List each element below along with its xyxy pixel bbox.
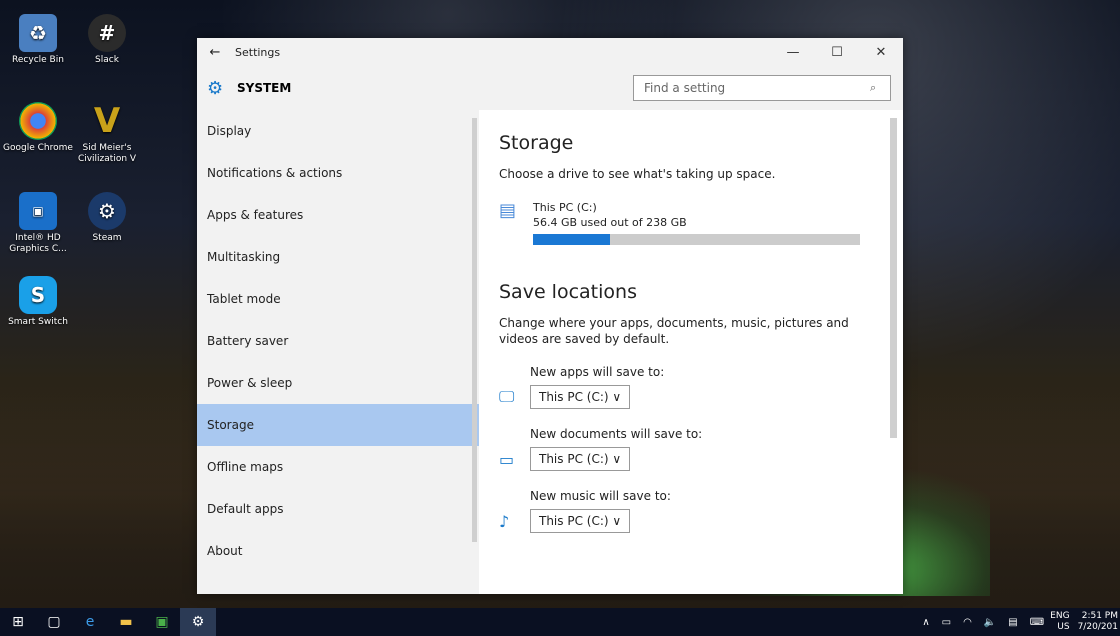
section-title: SYSTEM <box>237 81 292 95</box>
taskbar: ⊞ ▢ e ▬ ▣ ⚙ ∧ ▭ ◠ 🔈 ▤ ⌨ ENG US 2:51 PM 7… <box>0 608 1120 636</box>
sidebar-item-display[interactable]: Display <box>197 110 479 152</box>
close-button[interactable]: ✕ <box>859 45 903 60</box>
slack-icon: # <box>88 14 126 52</box>
sidebar-item-notifications[interactable]: Notifications & actions <box>197 152 479 194</box>
settings-header: ⚙ SYSTEM Find a setting ⌕ <box>197 66 903 110</box>
minimize-button[interactable]: — <box>771 45 815 60</box>
language-indicator[interactable]: ENG US <box>1050 611 1069 633</box>
folder-icon: ▭ <box>499 449 515 469</box>
desktop-icon-civilization[interactable]: V Sid Meier's Civilization V <box>72 102 142 165</box>
monitor-icon: 🖵 <box>499 387 515 406</box>
music-location-dropdown[interactable]: This PC (C:) ∨ <box>530 509 631 533</box>
steam-icon: ⚙ <box>88 192 126 230</box>
sidebar-item-default-apps[interactable]: Default apps <box>197 488 479 530</box>
sidebar-scrollbar[interactable] <box>472 118 477 542</box>
drive-usage-bar <box>533 234 860 245</box>
gear-icon: ⚙ <box>207 77 224 99</box>
file-explorer-icon[interactable]: ▬ <box>108 614 144 630</box>
storage-panel: Storage Choose a drive to see what's tak… <box>479 110 903 594</box>
back-arrow-icon[interactable]: ← <box>203 45 227 60</box>
start-windows-icon[interactable]: ⊞ <box>0 614 36 630</box>
action-center-icon[interactable]: ▤ <box>1008 617 1017 628</box>
sidebar-item-battery-saver[interactable]: Battery saver <box>197 320 479 362</box>
desktop-icon-recycle-bin[interactable]: ♻ Recycle Bin <box>3 14 73 66</box>
sidebar-item-tablet-mode[interactable]: Tablet mode <box>197 278 479 320</box>
clock[interactable]: 2:51 PM 7/20/201 <box>1078 611 1118 633</box>
save-location-documents: New documents will save to: ▭ This PC (C… <box>499 427 903 471</box>
desktop-icon-chrome[interactable]: Google Chrome <box>3 102 73 154</box>
desktop-icon-intel[interactable]: ▣ Intel® HD Graphics C... <box>3 192 73 255</box>
window-title: Settings <box>235 45 281 59</box>
civ-icon: V <box>93 100 121 141</box>
sidebar-item-about[interactable]: About <box>197 530 479 572</box>
task-view-icon[interactable]: ▢ <box>36 614 72 630</box>
sidebar-item-storage[interactable]: Storage <box>197 404 479 446</box>
drive-usage-fill <box>533 234 611 245</box>
volume-icon[interactable]: 🔈 <box>984 617 996 628</box>
sidebar-item-offline-maps[interactable]: Offline maps <box>197 446 479 488</box>
title-bar: ← Settings — ☐ ✕ <box>197 38 903 66</box>
sidebar-item-multitasking[interactable]: Multitasking <box>197 236 479 278</box>
search-icon[interactable]: ⌕ <box>870 81 890 95</box>
edge-icon[interactable]: e <box>72 614 108 630</box>
save-location-label: New apps will save to: <box>530 365 665 379</box>
chevron-up-icon[interactable]: ∧ <box>922 617 929 628</box>
sidebar-item-apps-features[interactable]: Apps & features <box>197 194 479 236</box>
recycle-bin-icon: ♻ <box>19 14 57 52</box>
wifi-icon[interactable]: ◠ <box>963 617 972 628</box>
save-location-music: New music will save to: ♪ This PC (C:) ∨ <box>499 489 903 533</box>
save-locations-title: Save locations <box>499 281 637 303</box>
desktop-icon-slack[interactable]: # Slack <box>72 14 142 66</box>
chrome-icon <box>19 102 57 140</box>
page-title: Storage <box>499 132 574 154</box>
keyboard-icon[interactable]: ⌨ <box>1030 617 1044 628</box>
chevron-down-icon: ∨ <box>612 452 622 466</box>
drive-usage: 56.4 GB used out of 238 GB <box>533 216 687 229</box>
content-scrollbar[interactable] <box>890 118 897 438</box>
intel-icon: ▣ <box>19 192 57 230</box>
desktop-icon-steam[interactable]: ⚙ Steam <box>72 192 142 244</box>
settings-sidebar: Display Notifications & actions Apps & f… <box>197 110 479 594</box>
search-placeholder: Find a setting <box>644 81 726 95</box>
save-location-label: New music will save to: <box>530 489 671 503</box>
search-input[interactable]: Find a setting ⌕ <box>633 75 891 101</box>
system-tray: ∧ ▭ ◠ 🔈 ▤ ⌨ ENG US 2:51 PM 7/20/201 <box>916 608 1120 636</box>
settings-window: ← Settings — ☐ ✕ ⚙ SYSTEM Find a setting… <box>197 38 903 594</box>
drive-icon: ▤ <box>499 200 517 221</box>
store-icon[interactable]: ▣ <box>144 614 180 630</box>
chevron-down-icon: ∨ <box>612 390 622 404</box>
sidebar-item-power-sleep[interactable]: Power & sleep <box>197 362 479 404</box>
music-icon: ♪ <box>499 511 510 531</box>
save-locations-description: Change where your apps, documents, music… <box>499 316 849 346</box>
desktop-icon-smart-switch[interactable]: S Smart Switch <box>3 276 73 328</box>
smart-switch-icon: S <box>19 276 57 314</box>
drive-name: This PC (C:) <box>533 201 597 214</box>
settings-taskbar-gear-icon[interactable]: ⚙ <box>180 608 216 636</box>
drive-entry[interactable]: ▤ This PC (C:) 56.4 GB used out of 238 G… <box>499 200 903 245</box>
maximize-button[interactable]: ☐ <box>815 45 859 60</box>
storage-description: Choose a drive to see what's taking up s… <box>499 167 776 181</box>
documents-location-dropdown[interactable]: This PC (C:) ∨ <box>530 447 631 471</box>
chevron-down-icon: ∨ <box>612 514 622 528</box>
save-location-label: New documents will save to: <box>530 427 703 441</box>
save-location-apps: New apps will save to: 🖵 This PC (C:) ∨ <box>499 365 903 409</box>
apps-location-dropdown[interactable]: This PC (C:) ∨ <box>530 385 631 409</box>
battery-icon[interactable]: ▭ <box>942 617 951 628</box>
